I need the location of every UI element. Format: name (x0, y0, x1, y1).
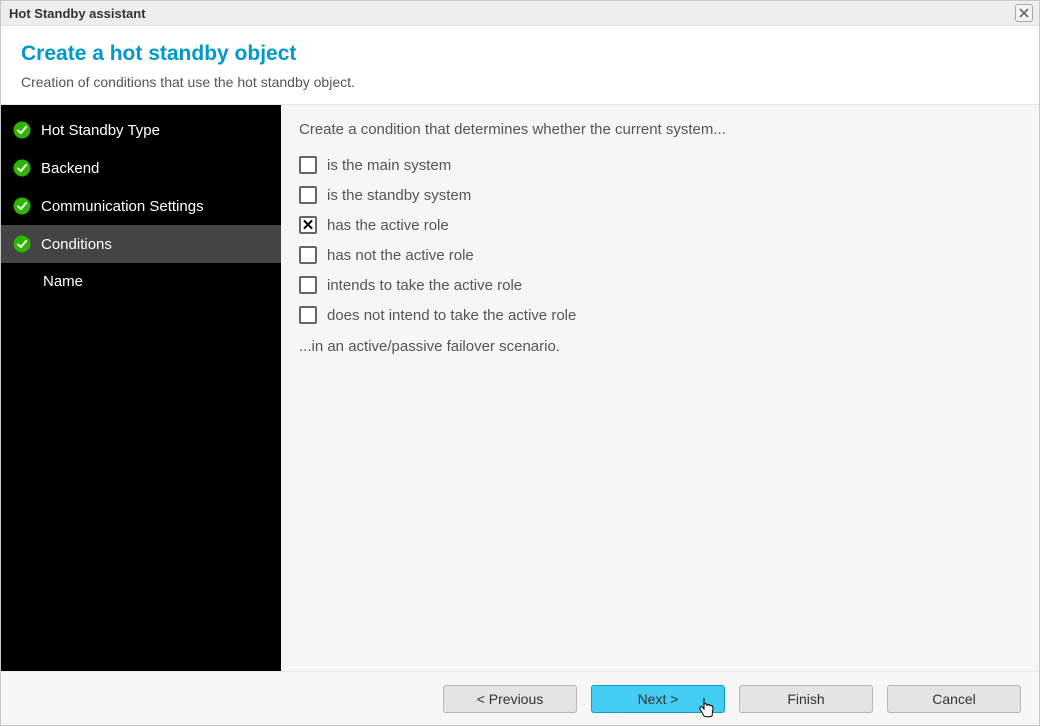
checkbox[interactable] (299, 186, 317, 204)
next-button[interactable]: Next > (591, 685, 725, 713)
option-label: does not intend to take the active role (327, 307, 576, 324)
step-name[interactable]: Name (1, 263, 281, 300)
checkbox[interactable] (299, 216, 317, 234)
option-has-not-active-role[interactable]: has not the active role (299, 240, 1021, 270)
checkbox[interactable] (299, 246, 317, 264)
check-icon (13, 235, 31, 253)
check-icon (13, 159, 31, 177)
finish-button[interactable]: Finish (739, 685, 873, 713)
checkbox[interactable] (299, 156, 317, 174)
close-button[interactable] (1015, 4, 1033, 22)
checkbox[interactable] (299, 306, 317, 324)
step-label: Backend (41, 160, 99, 177)
button-bar: < Previous Next > Finish Cancel (1, 671, 1039, 725)
step-label: Hot Standby Type (41, 122, 160, 139)
titlebar: Hot Standby assistant (1, 1, 1039, 26)
option-has-active-role[interactable]: has the active role (299, 210, 1021, 240)
previous-button[interactable]: < Previous (443, 685, 577, 713)
content-trail: ...in an active/passive failover scenari… (299, 338, 1021, 355)
close-icon (1019, 8, 1029, 18)
option-is-standby-system[interactable]: is the standby system (299, 180, 1021, 210)
next-button-label: Next > (638, 691, 679, 707)
wizard-window: Hot Standby assistant Create a hot stand… (0, 0, 1040, 726)
option-does-not-intend-take-active-role[interactable]: does not intend to take the active role (299, 300, 1021, 330)
check-icon (13, 197, 31, 215)
content-panel: Create a condition that determines wheth… (281, 105, 1039, 671)
option-label: has not the active role (327, 247, 474, 264)
header: Create a hot standby object Creation of … (1, 26, 1039, 105)
page-subtitle: Creation of conditions that use the hot … (21, 74, 1019, 90)
option-label: is the standby system (327, 187, 471, 204)
wizard-sidebar: Hot Standby Type Backend Communication S… (1, 105, 281, 671)
pointer-cursor-icon (698, 696, 716, 718)
option-intends-take-active-role[interactable]: intends to take the active role (299, 270, 1021, 300)
body: Hot Standby Type Backend Communication S… (1, 105, 1039, 671)
step-communication-settings[interactable]: Communication Settings (1, 187, 281, 225)
cancel-button[interactable]: Cancel (887, 685, 1021, 713)
step-label: Communication Settings (41, 198, 204, 215)
option-label: has the active role (327, 217, 449, 234)
step-hot-standby-type[interactable]: Hot Standby Type (1, 111, 281, 149)
step-conditions[interactable]: Conditions (1, 225, 281, 263)
window-title: Hot Standby assistant (9, 6, 146, 21)
page-title: Create a hot standby object (21, 42, 1019, 66)
step-backend[interactable]: Backend (1, 149, 281, 187)
option-is-main-system[interactable]: is the main system (299, 150, 1021, 180)
checkbox[interactable] (299, 276, 317, 294)
step-label: Conditions (41, 236, 112, 253)
option-label: is the main system (327, 157, 451, 174)
step-label: Name (43, 273, 83, 290)
content-lead: Create a condition that determines wheth… (299, 121, 1021, 138)
check-icon (13, 121, 31, 139)
option-label: intends to take the active role (327, 277, 522, 294)
